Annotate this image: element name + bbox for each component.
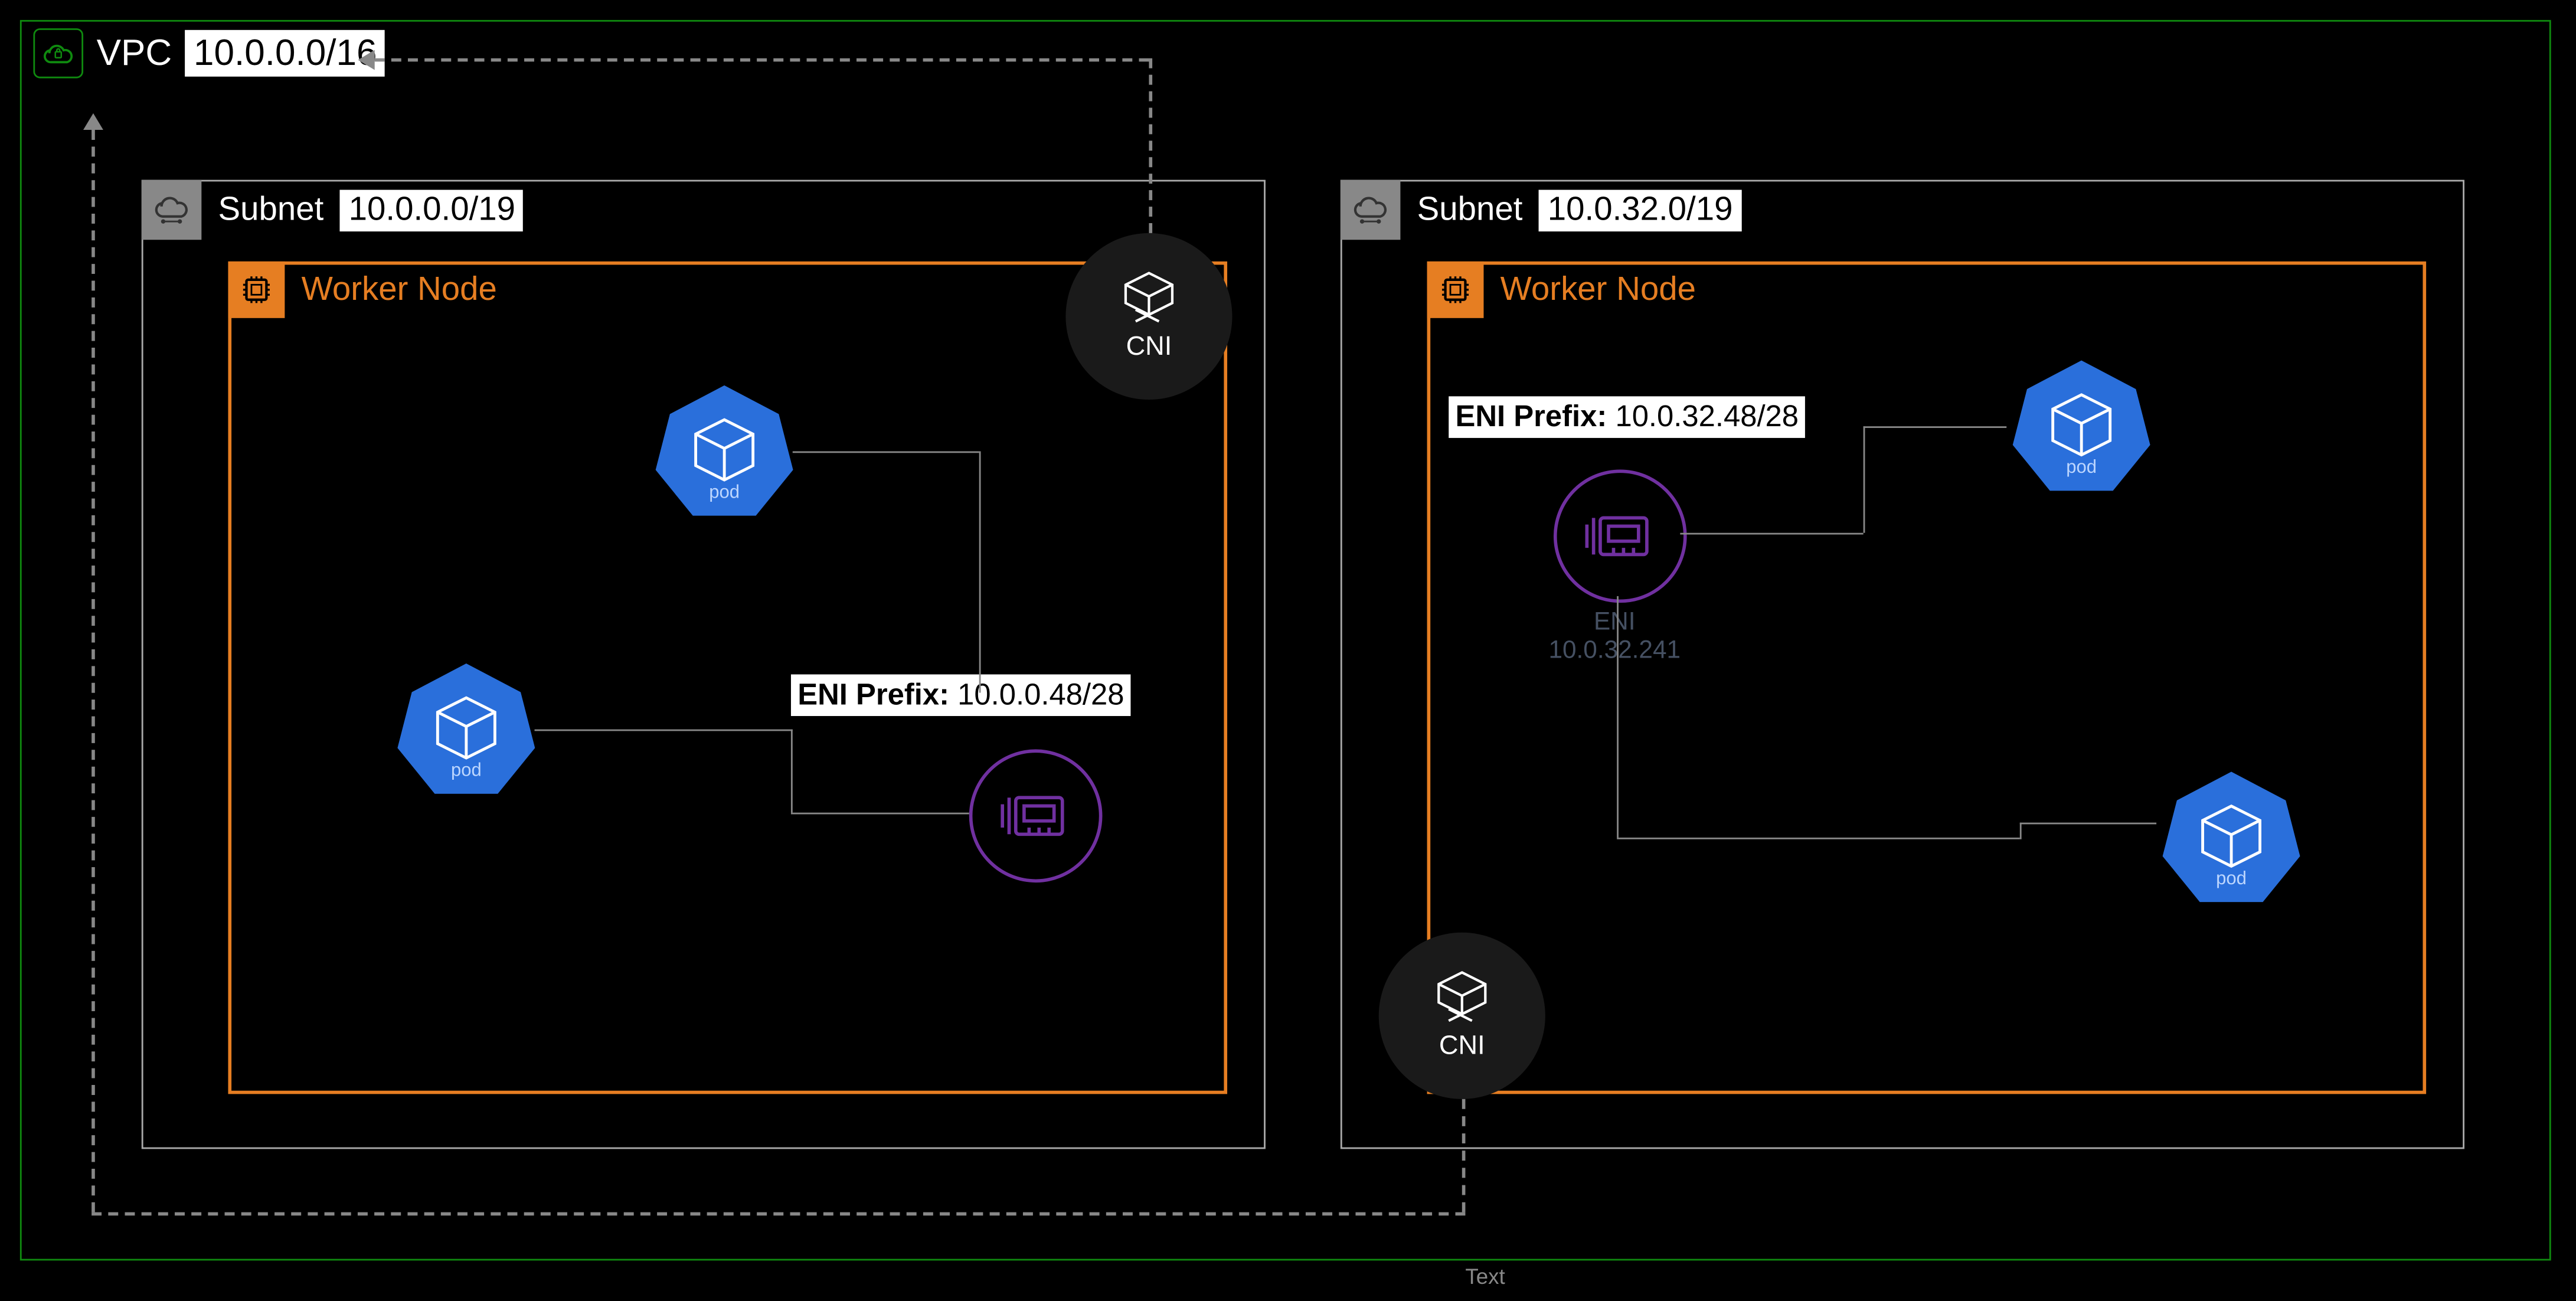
- subnet-right-header: Subnet 10.0.32.0/19: [1341, 180, 1741, 240]
- eni-prefix-left-value: 10.0.0.48/28: [957, 678, 1124, 711]
- cni-label: CNI: [1439, 1032, 1485, 1063]
- dashed-connector: [1462, 1099, 1466, 1212]
- arrow-up-icon: [83, 113, 103, 130]
- worker-left-label: Worker Node: [302, 270, 497, 309]
- pod-left-top: pod: [649, 380, 799, 503]
- worker-right-label: Worker Node: [1501, 270, 1696, 309]
- eni-left: [969, 749, 1103, 882]
- pod-label: pod: [2006, 458, 2156, 478]
- vpc-label: VPC: [97, 32, 172, 75]
- connector: [1864, 426, 1865, 533]
- cloud-network-icon: [1341, 180, 1401, 240]
- eni-prefix-right: ENI Prefix: 10.0.32.48/28: [1449, 396, 1805, 438]
- eni-name: ENI: [1594, 608, 1636, 636]
- chip-icon: [228, 261, 285, 318]
- chip-icon: [1427, 261, 1484, 318]
- subnet-left-label: Subnet: [218, 191, 324, 229]
- eni-prefix-left-label: ENI Prefix:: [797, 678, 949, 711]
- arrow-left-icon: [358, 50, 375, 70]
- subnet-left-header: Subnet 10.0.0.0/19: [142, 180, 524, 240]
- cni-bottom: CNI: [1379, 933, 1545, 1099]
- connector: [1864, 426, 2007, 428]
- cloud-network-icon: [142, 180, 202, 240]
- connector: [791, 730, 793, 813]
- eni-dim-label: ENI 10.0.32.241: [1548, 608, 1681, 665]
- connector: [1617, 596, 1619, 838]
- eni-ip: 10.0.32.241: [1548, 636, 1681, 665]
- dashed-connector: [91, 130, 95, 1212]
- pod-label: pod: [2156, 869, 2306, 890]
- vpc-header: VPC 10.0.0.0/16: [20, 20, 398, 87]
- cloud-lock-icon: [33, 28, 83, 79]
- cni-top: CNI: [1065, 233, 1232, 400]
- dashed-connector: [1149, 58, 1152, 233]
- worker-left-header: Worker Node: [228, 261, 496, 318]
- connector: [2020, 823, 2022, 839]
- vpc-cidr: 10.0.0.0/16: [185, 30, 385, 77]
- connector: [793, 451, 979, 453]
- pod-label: pod: [649, 483, 799, 503]
- pod-right-bottom: pod: [2156, 766, 2306, 890]
- worker-right-header: Worker Node: [1427, 261, 1696, 318]
- connector: [979, 451, 981, 692]
- worker-right: Worker Node: [1427, 261, 2427, 1094]
- connector: [1680, 533, 1863, 535]
- subnet-right-label: Subnet: [1417, 191, 1523, 229]
- connector: [791, 813, 969, 815]
- eni-right: [1554, 470, 1687, 603]
- footer-text: Text: [1465, 1264, 1505, 1289]
- pod-right-top: pod: [2006, 355, 2156, 478]
- connector: [1617, 838, 2020, 839]
- eni-prefix-left: ENI Prefix: 10.0.0.48/28: [791, 674, 1131, 716]
- cni-label: CNI: [1126, 333, 1172, 363]
- dashed-connector: [91, 1212, 1465, 1216]
- subnet-left-cidr: 10.0.0.0/19: [341, 189, 524, 231]
- subnet-right-cidr: 10.0.32.0/19: [1539, 189, 1741, 231]
- pod-left-bottom: pod: [391, 658, 541, 781]
- connector: [535, 730, 793, 731]
- dashed-connector: [375, 58, 1149, 62]
- eni-prefix-right-value: 10.0.32.48/28: [1615, 400, 1799, 433]
- diagram-canvas: VPC 10.0.0.0/16 Subnet 10.0.0.0/19 Worke…: [0, 0, 2576, 1300]
- connector: [2020, 823, 2156, 825]
- pod-label: pod: [391, 761, 541, 781]
- eni-prefix-right-label: ENI Prefix:: [1456, 400, 1607, 433]
